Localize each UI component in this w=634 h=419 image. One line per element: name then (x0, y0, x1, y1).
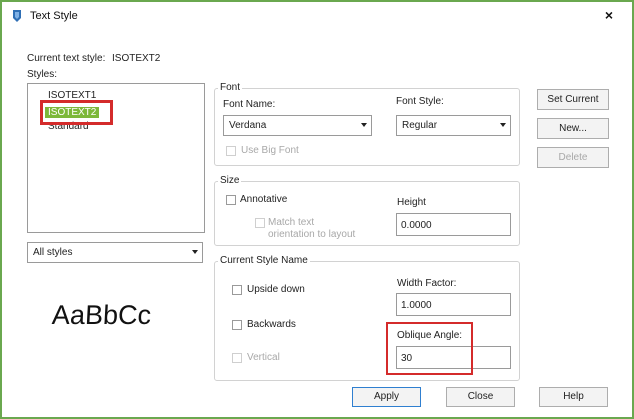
chevron-down-icon (361, 123, 367, 127)
match-orientation-label-line2: orientation to layout (268, 229, 356, 240)
title-bar (2, 2, 632, 28)
upside-down-label: Upside down (247, 284, 305, 295)
font-name-label: Font Name: (223, 99, 276, 110)
width-factor-input[interactable]: 1.0000 (396, 293, 511, 316)
style-filter-dropdown[interactable]: All styles (27, 242, 203, 263)
font-group-title: Font (218, 82, 243, 93)
annotative-label: Annotative (240, 194, 288, 205)
vertical-checkbox[interactable] (232, 353, 242, 363)
annotative-checkbox[interactable] (226, 195, 236, 205)
style-filter-value: All styles (33, 247, 73, 258)
app-icon (13, 10, 21, 22)
height-value: 0.0000 (401, 220, 432, 231)
style-preview: AaBbCc (51, 300, 152, 330)
close-icon[interactable]: × (600, 6, 618, 24)
chevron-down-icon (192, 250, 198, 254)
backwards-checkbox[interactable] (232, 320, 242, 330)
delete-button[interactable]: Delete (537, 147, 609, 168)
upside-down-checkbox[interactable] (232, 285, 242, 295)
selected-style-highlight (40, 100, 113, 125)
match-orientation-label-line1: Match text (268, 217, 315, 228)
current-style-value: ISOTEXT2 (112, 53, 161, 64)
current-style-label: Current text style: (27, 53, 106, 64)
effects-group-title: Current Style Name (218, 255, 310, 266)
set-current-button[interactable]: Set Current (537, 89, 609, 110)
oblique-angle-highlight (386, 322, 473, 375)
width-factor-label: Width Factor: (397, 278, 457, 289)
window-title: Text Style (30, 10, 78, 22)
backwards-label: Backwards (247, 319, 296, 330)
vertical-label: Vertical (247, 352, 280, 363)
use-big-font-checkbox[interactable] (226, 146, 236, 156)
use-big-font-label: Use Big Font (241, 145, 299, 156)
height-input[interactable]: 0.0000 (396, 213, 511, 236)
font-name-value: Verdana (229, 120, 267, 131)
width-factor-value: 1.0000 (401, 300, 432, 311)
styles-label: Styles: (27, 69, 58, 80)
close-button[interactable]: Close (446, 387, 515, 407)
size-group-title: Size (218, 175, 242, 186)
new-button[interactable]: New... (537, 118, 609, 139)
font-style-label: Font Style: (396, 96, 444, 107)
font-style-dropdown[interactable]: Regular (396, 115, 511, 136)
font-style-value: Regular (402, 120, 438, 131)
font-name-dropdown[interactable]: Verdana (223, 115, 372, 136)
height-label: Height (397, 197, 426, 208)
apply-button[interactable]: Apply (352, 387, 421, 407)
chevron-down-icon (500, 123, 506, 127)
help-button[interactable]: Help (539, 387, 608, 407)
match-orientation-checkbox[interactable] (255, 218, 265, 228)
